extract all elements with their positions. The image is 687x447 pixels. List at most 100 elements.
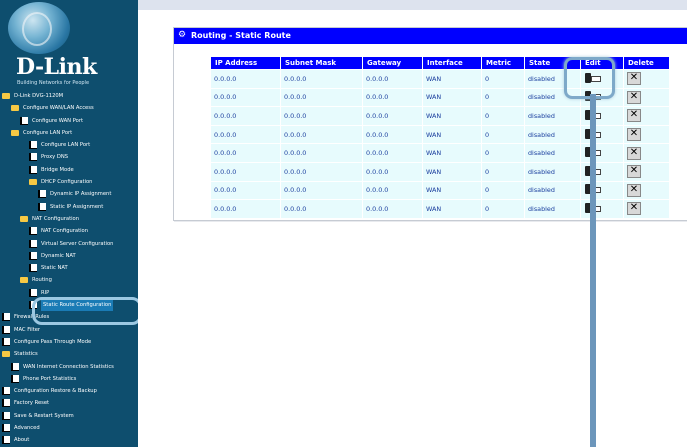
panel-title-bar: ⚙ Routing - Static Route <box>174 28 687 44</box>
cell-state: disabled <box>524 124 581 144</box>
sidebar-item[interactable]: Routing <box>0 274 138 286</box>
cell-ip: 0.0.0.0 <box>211 199 281 218</box>
cell-gateway: 0.0.0.0 <box>362 124 423 144</box>
page-icon <box>38 190 46 199</box>
sidebar-nav: D-Link Building Networks for People D-Li… <box>0 0 138 447</box>
edit-cell <box>580 106 624 126</box>
edit-callout-highlight <box>564 57 615 99</box>
sidebar-item[interactable]: Phone Port Statistics <box>0 373 138 385</box>
table-row: 0.0.0.0 0.0.0.0 0.0.0.0 WAN 0 disabled ✕ <box>211 124 670 144</box>
delete-icon[interactable]: ✕ <box>627 202 641 216</box>
page-icon <box>11 362 19 371</box>
folder-icon <box>20 215 28 222</box>
delete-icon[interactable]: ✕ <box>627 146 641 160</box>
col-metric: Metric <box>481 57 525 70</box>
sidebar-item[interactable]: Configure Pass Through Mode <box>0 336 138 348</box>
cell-interface: WAN <box>422 161 482 182</box>
sidebar-item[interactable]: Proxy DNS <box>0 151 138 163</box>
cell-gateway: 0.0.0.0 <box>362 69 423 89</box>
page-icon <box>29 165 37 174</box>
edit-cell <box>580 161 624 182</box>
delete-icon[interactable]: ✕ <box>627 128 641 142</box>
delete-icon[interactable]: ✕ <box>627 72 641 86</box>
cell-gateway: 0.0.0.0 <box>362 161 423 182</box>
delete-icon[interactable]: ✕ <box>627 90 641 104</box>
cell-gateway: 0.0.0.0 <box>362 87 423 107</box>
sidebar-item[interactable]: Static NAT <box>0 262 138 274</box>
page-icon <box>29 288 37 297</box>
sidebar-item-label: Configuration Restore & Backup <box>14 388 97 395</box>
cell-interface: WAN <box>422 106 482 126</box>
cell-metric: 0 <box>481 69 525 89</box>
sidebar-item-label: NAT Configuration <box>32 215 80 222</box>
sidebar-item[interactable]: Static IP Assignment <box>0 201 138 213</box>
folder-icon <box>2 93 10 99</box>
cell-metric: 0 <box>481 87 525 107</box>
sidebar-item[interactable]: Statistics <box>0 348 138 360</box>
sidebar-item[interactable]: Configure WAN Port <box>0 115 138 127</box>
sidebar-item[interactable]: DHCP Configuration <box>0 176 138 188</box>
callout-line <box>590 94 596 447</box>
col-ip-address: IP Address <box>211 57 281 70</box>
sidebar-item[interactable]: WAN Internet Connection Statistics <box>0 361 138 373</box>
delete-cell: ✕ <box>623 199 670 218</box>
sidebar-item[interactable]: Factory Reset <box>0 397 138 409</box>
page-icon <box>2 325 10 334</box>
sidebar-item[interactable]: Dynamic IP Assignment <box>0 188 138 200</box>
sidebar-item-label: Static IP Assignment <box>50 203 104 210</box>
cell-mask: 0.0.0.0 <box>280 69 363 89</box>
page-icon <box>2 436 10 445</box>
page-icon <box>29 251 37 260</box>
sidebar-item[interactable]: Dynamic NAT <box>0 250 138 262</box>
sidebar-item-label: D-Link DVG-1120M <box>14 93 64 99</box>
table-row: 0.0.0.0 0.0.0.0 0.0.0.0 WAN 0 disabled ✕ <box>211 161 670 182</box>
cell-state: disabled <box>524 161 581 182</box>
sidebar-item[interactable]: Configure LAN Port <box>0 139 138 151</box>
cell-metric: 0 <box>481 161 525 182</box>
page-icon <box>2 337 10 346</box>
sidebar-item[interactable]: Configure WAN/LAN Access <box>0 102 138 114</box>
cell-interface: WAN <box>422 124 482 144</box>
sidebar-item[interactable]: Save & Restart System <box>0 410 138 422</box>
sidebar-item[interactable]: D-Link DVG-1120M <box>0 90 138 102</box>
delete-cell: ✕ <box>623 69 670 89</box>
delete-icon[interactable]: ✕ <box>627 183 641 197</box>
cell-mask: 0.0.0.0 <box>280 180 363 200</box>
sidebar-item[interactable]: Bridge Mode <box>0 164 138 176</box>
edit-cell <box>580 199 624 218</box>
sidebar-item[interactable]: Advanced <box>0 422 138 434</box>
sidebar-item-label: Bridge Mode <box>41 166 74 173</box>
sidebar-item[interactable]: NAT Configuration <box>0 213 138 225</box>
col-delete: Delete <box>623 57 670 70</box>
col-gateway: Gateway <box>362 57 423 70</box>
delete-cell: ✕ <box>623 161 670 182</box>
sidebar-item[interactable]: Configuration Restore & Backup <box>0 385 138 397</box>
sidebar-item[interactable]: About <box>0 434 138 446</box>
cell-ip: 0.0.0.0 <box>211 143 281 163</box>
delete-icon[interactable]: ✕ <box>627 109 641 123</box>
folder-icon <box>2 351 10 358</box>
col-interface: Interface <box>422 57 482 70</box>
cell-mask: 0.0.0.0 <box>280 143 363 163</box>
sidebar-item-label: Phone Port Statistics <box>23 375 77 382</box>
cell-metric: 0 <box>481 106 525 126</box>
cell-mask: 0.0.0.0 <box>280 87 363 107</box>
brand-logo: D-Link <box>16 54 97 80</box>
cell-ip: 0.0.0.0 <box>211 69 281 89</box>
brand-tagline: Building Networks for People <box>17 80 90 86</box>
cell-mask: 0.0.0.0 <box>280 161 363 182</box>
cell-gateway: 0.0.0.0 <box>362 143 423 163</box>
sidebar-item[interactable]: Configure LAN Port <box>0 127 138 139</box>
routing-icon: ⚙ <box>178 30 187 40</box>
delete-icon[interactable]: ✕ <box>627 165 641 179</box>
delete-cell: ✕ <box>623 87 670 107</box>
page-icon <box>2 387 10 396</box>
cell-gateway: 0.0.0.0 <box>362 180 423 200</box>
cell-mask: 0.0.0.0 <box>280 124 363 144</box>
sidebar-item[interactable]: MAC Filter <box>0 324 138 336</box>
sidebar-item-label: Routing <box>32 277 52 284</box>
sidebar-item[interactable]: Virtual Server Configuration <box>0 238 138 250</box>
panel-title: Routing - Static Route <box>191 31 291 40</box>
cell-ip: 0.0.0.0 <box>211 180 281 200</box>
sidebar-item[interactable]: NAT Configuration <box>0 225 138 237</box>
